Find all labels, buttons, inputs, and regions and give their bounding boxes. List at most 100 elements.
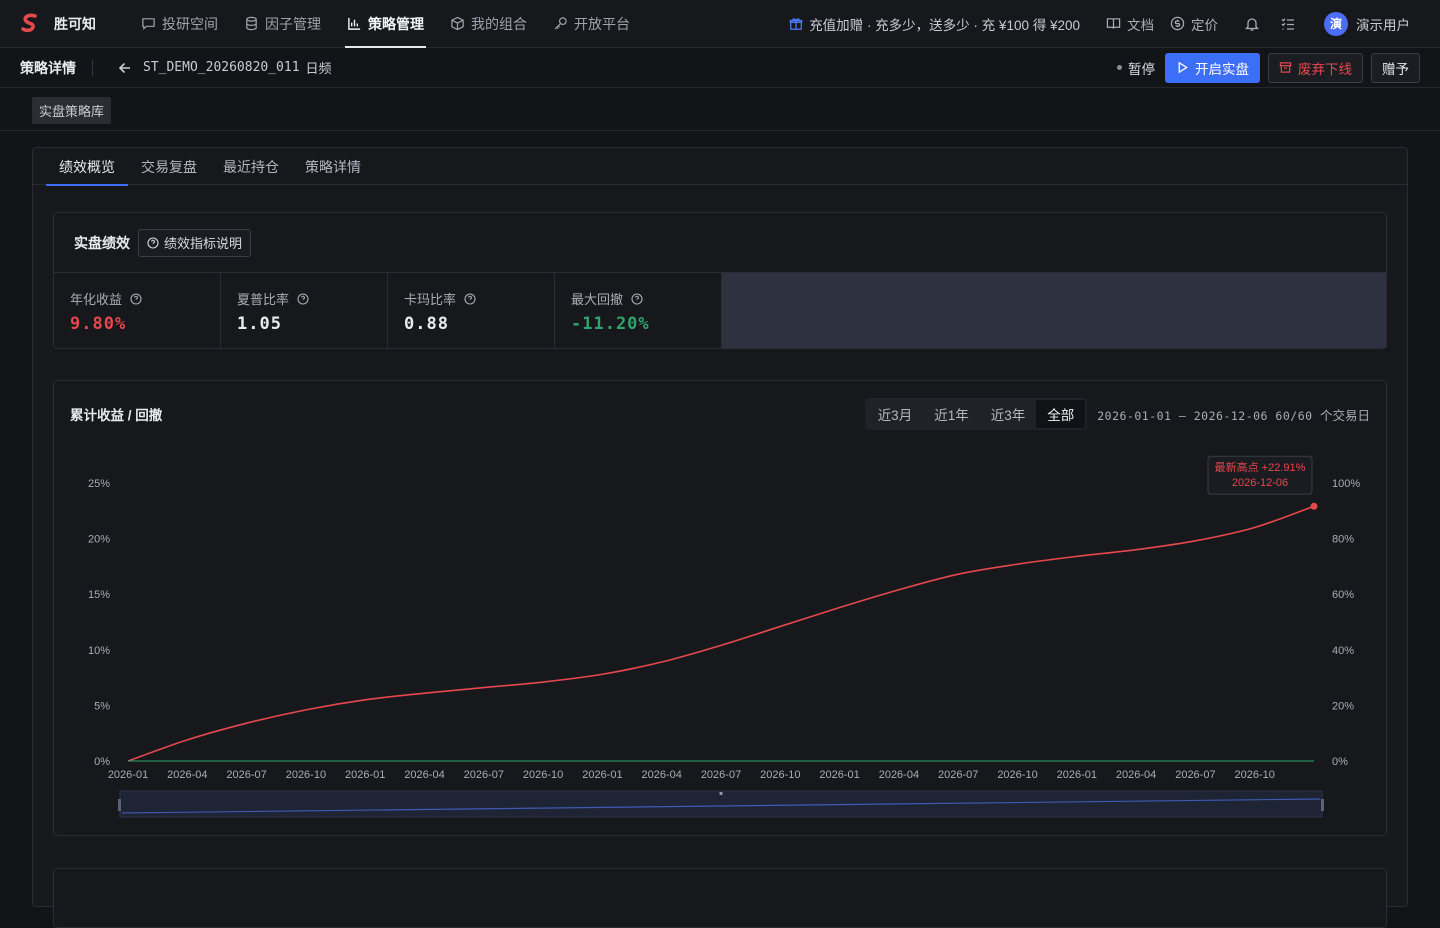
metrics-help-label: 绩效指标说明 [164,236,243,251]
back-button[interactable] [117,60,133,76]
pricing-link[interactable]: 定价 [1170,14,1218,34]
status-badge: 暂停 [1117,58,1155,78]
nav-item-label: 开放平台 [574,15,630,32]
y-right-tick-label: 20% [1332,700,1354,712]
database-icon [246,16,257,31]
bell-icon [1244,17,1260,31]
x-tick-label: 2026-10 [1235,769,1275,781]
key-icon [554,17,567,30]
status-dot [1117,65,1122,70]
tooltip-date: 2026-12-06 [1232,477,1288,489]
question-circle-icon[interactable] [631,292,643,305]
return-chart[interactable]: 0% 5% 10% 15% 20% 25% 0% 20% 40% 60% 80% 100% 2026-0… [54,447,1388,827]
docs-link[interactable]: 文档 [1106,14,1154,34]
brand-name: 胜可知 [54,15,96,32]
performance-card: 实盘绩效 绩效指标说明 年化收益 9.80% 夏普比率 1.05 卡玛比率 0.… [53,212,1387,349]
question-circle-icon[interactable] [130,292,142,305]
x-tick-label: 2026-01 [108,769,148,781]
y-right-tick-label: 0% [1332,756,1348,768]
nav-item-factors[interactable]: 因子管理 [231,0,334,48]
x-tick-label: 2026-01 [1057,769,1097,781]
tab-holdings[interactable]: 最近持仓 [210,148,292,185]
nav-item-strategies[interactable]: 策略管理 [334,0,437,48]
top-nav: 胜可知 投研空间 因子管理 策略管理 我的组合 开放平台 充值加赠 · 充多少，… [0,0,1440,48]
library-tag[interactable]: 实盘策略库 [32,97,112,124]
zoom-handle-left [118,799,121,811]
promo-link[interactable]: 充值加赠 · 充多少，送多少 · 充 ¥100 得 ¥200 [789,14,1080,34]
range-3m-button[interactable]: 近3月 [867,400,924,428]
checklist-icon [1281,17,1294,30]
x-tick-label: 2026-07 [938,769,978,781]
metric-calmar: 卡玛比率 0.88 [388,273,555,348]
metric-annual-return: 年化收益 9.80% [54,273,221,348]
page-title: 策略详情 [20,58,93,77]
metric-value: 1.05 [237,314,282,334]
range-info: 2026-01-01 – 2026-12-06 60/60 个交易日 [1097,405,1370,424]
x-tick-label: 2026-04 [404,769,444,781]
question-circle-icon[interactable] [297,292,309,305]
y-left-tick-label: 10% [88,645,110,657]
status-text: 暂停 [1128,61,1155,77]
metric-value: -11.20% [571,314,650,334]
metric-label: 夏普比率 [237,292,290,307]
metric-label: 年化收益 [70,292,123,307]
trading-days-unit: 个交易日 [1319,408,1370,423]
nav-item-label: 策略管理 [368,15,424,32]
range-all-button[interactable]: 全部 [1036,400,1086,428]
trading-days: 60/60 [1275,408,1313,423]
tooltip-label: 最新高点 +22.91% [1215,460,1306,474]
metric-label: 最大回撤 [571,292,624,307]
user-menu[interactable]: 演 演示用户 [1324,11,1410,36]
y-left-tick-label: 25% [88,478,110,490]
nav-item-open-platform[interactable]: 开放平台 [540,0,643,48]
x-tick-label: 2026-07 [226,769,266,781]
notification-button[interactable] [1242,14,1262,34]
x-tick-label: 2026-10 [523,769,563,781]
main-panel: 绩效概览 交易复盘 最近持仓 策略详情 实盘绩效 绩效指标说明 年化收益 9.8… [32,147,1408,928]
y-right-tick-label: 100% [1332,478,1360,490]
pricing-label: 定价 [1191,17,1218,33]
x-tick-label: 2026-01 [819,769,859,781]
y-left-tick-label: 15% [88,589,110,601]
main-nav: 投研空间 因子管理 策略管理 我的组合 开放平台 [128,0,643,48]
zoom-grip [719,792,723,795]
tasks-button[interactable] [1278,14,1298,34]
strategy-frequency: 日频 [305,61,332,76]
x-tick-label: 2026-04 [1116,769,1156,781]
gift-button[interactable]: 赠予 [1371,52,1420,83]
question-circle-icon[interactable] [464,292,476,305]
tab-trade-review[interactable]: 交易复盘 [128,148,210,185]
avatar: 演 [1324,11,1348,36]
range-selector: 近3月 近1年 近3年 全部 [864,398,1088,430]
metric-label: 卡玛比率 [404,292,457,307]
range-3y-button[interactable]: 近3年 [980,400,1037,428]
x-tick-label: 2026-10 [760,769,800,781]
user-name: 演示用户 [1356,17,1410,33]
gift-label: 赠予 [1382,61,1409,77]
breadcrumb: 实盘策略库 [0,88,1440,131]
y-left-tick-label: 20% [88,534,110,546]
latest-high-point [1310,502,1318,510]
next-section-card [53,868,1387,928]
x-tick-label: 2026-04 [879,769,919,781]
dollar-circle-icon [1170,16,1185,31]
metrics-help-button[interactable]: 绩效指标说明 [138,228,252,257]
tab-strategy-detail[interactable]: 策略详情 [292,148,374,185]
arrow-left-icon [118,62,130,73]
detail-tabs: 绩效概览 交易复盘 最近持仓 策略详情 [33,148,1407,186]
docs-label: 文档 [1127,17,1154,33]
brand[interactable]: 胜可知 [20,13,96,35]
nav-item-portfolios[interactable]: 我的组合 [437,0,540,48]
metric-value: 9.80% [70,314,127,334]
range-1y-button[interactable]: 近1年 [923,400,980,428]
start-live-button[interactable]: 开启实盘 [1165,52,1260,83]
nav-item-label: 投研空间 [162,15,218,32]
discard-button[interactable]: 废弃下线 [1268,52,1363,83]
metrics-row: 年化收益 9.80% 夏普比率 1.05 卡玛比率 0.88 最大回撤 -11.… [54,273,1386,348]
book-icon [1106,18,1121,29]
date-range: 2026-01-01 – 2026-12-06 [1097,408,1268,423]
tab-performance[interactable]: 绩效概览 [46,148,128,186]
x-tick-label: 2026-07 [464,769,504,781]
nav-item-research[interactable]: 投研空间 [128,0,231,48]
bar-chart-icon [348,17,361,30]
